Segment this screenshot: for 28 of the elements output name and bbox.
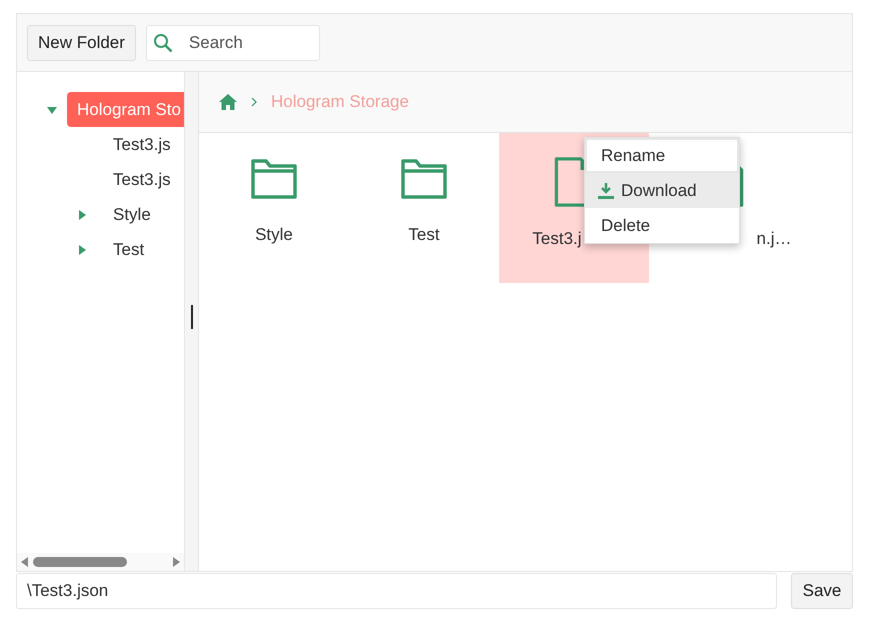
horizontal-scrollbar[interactable] [17, 553, 184, 571]
expanded-arrow-icon[interactable] [47, 104, 57, 114]
search-icon [152, 32, 173, 52]
file-name: Test3.j [532, 229, 582, 249]
menu-label: Delete [601, 216, 650, 236]
collapsed-arrow-icon[interactable] [77, 210, 87, 220]
tree-item[interactable]: Test [103, 232, 154, 267]
search-field[interactable]: Search [186, 32, 311, 54]
chevron-icon [251, 97, 257, 107]
file-name: Test [408, 225, 440, 245]
folder-tile[interactable]: Test [349, 133, 499, 283]
home-icon[interactable] [219, 94, 237, 110]
tree-item[interactable]: Test3.js [103, 162, 181, 197]
scroll-right-icon[interactable] [172, 557, 180, 567]
folder-tile[interactable]: Style [199, 133, 349, 283]
tree-item[interactable]: Test3.js [103, 127, 181, 162]
new-folder-button[interactable]: New Folder [27, 24, 136, 60]
save-button[interactable]: Save [791, 573, 853, 609]
tree-item[interactable]: Style [103, 197, 161, 232]
menu-item[interactable]: Rename [585, 138, 739, 173]
scroll-left-icon[interactable] [21, 557, 29, 567]
file-name: Style [255, 225, 293, 245]
menu-item[interactable]: Download [585, 173, 739, 208]
search-field[interactable]: Search [146, 24, 320, 60]
path-field[interactable]: \Test3.json [16, 573, 777, 609]
download-icon [597, 182, 615, 200]
collapsed-arrow-icon[interactable] [77, 244, 87, 254]
file-name: n.j… [756, 229, 792, 249]
